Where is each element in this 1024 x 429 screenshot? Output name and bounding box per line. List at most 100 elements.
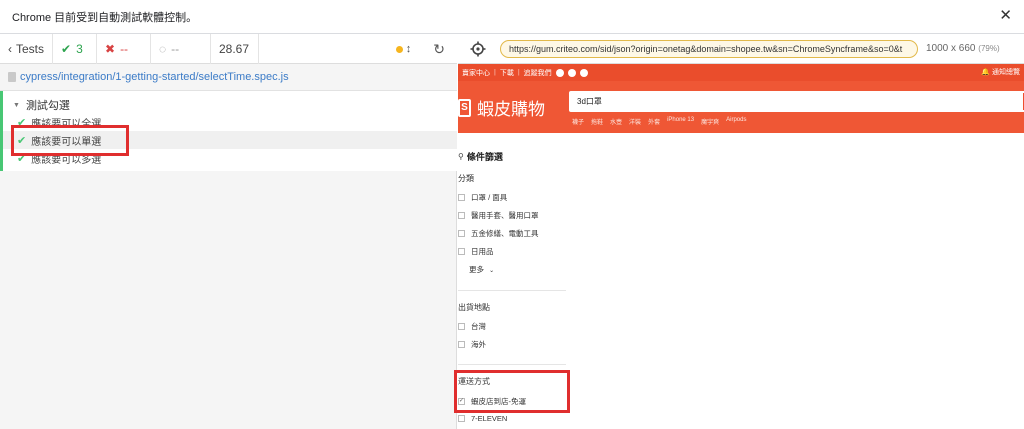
check-icon: ✔	[61, 41, 72, 56]
viewport-size: 1000 x 660	[926, 43, 976, 54]
hint-link[interactable]: Airpods	[726, 117, 746, 126]
x-icon: ✖	[105, 41, 116, 56]
filter-icon: ⚲	[458, 152, 464, 161]
hint-link[interactable]: 水壺	[610, 117, 622, 126]
close-icon[interactable]: ✕	[999, 8, 1012, 24]
status-dot-icon	[395, 45, 403, 53]
hint-link[interactable]: 洋裝	[629, 117, 641, 126]
hint-link[interactable]: 襪子	[572, 117, 584, 126]
option-label: 五金修繕、電動工具	[471, 229, 539, 238]
checkbox[interactable]	[458, 323, 465, 330]
shopee-logo[interactable]: S 蝦皮購物	[458, 95, 545, 120]
test-suite: ▼ 測試勾選 ✔ 應該要可以全選 ✔ 應該要可以單選 ✔ 應該要可以多選	[0, 91, 457, 171]
option-label: 海外	[471, 340, 486, 349]
reporter-toolbar: ‹ Tests ✔ 3 ✖ -- ◌ -- 28.67 ↕ ↻	[0, 33, 457, 64]
checkbox[interactable]	[458, 415, 465, 422]
viewport-info: 1000 x 660 (79%)	[926, 43, 1000, 54]
tests-button[interactable]: ‹ Tests	[0, 33, 53, 64]
option-label: 7-ELEVEN	[471, 414, 508, 423]
search-input[interactable]: 3d口罩	[569, 91, 1024, 112]
checkbox[interactable]	[458, 248, 465, 255]
passed-value: 3	[76, 41, 83, 56]
aut-url-bar: https://gum.criteo.com/sid/json?origin=o…	[458, 34, 1024, 64]
checkbox[interactable]	[458, 230, 465, 237]
category-option[interactable]: 醫用手套、醫用口罩	[458, 210, 539, 221]
chevron-left-icon: ‹	[8, 41, 12, 56]
aut-url[interactable]: https://gum.criteo.com/sid/json?origin=o…	[500, 39, 918, 58]
filter-title: ⚲ 條件篩選	[458, 150, 503, 163]
checkbox[interactable]	[458, 212, 465, 219]
pending-count: ◌ --	[151, 33, 211, 64]
notifications-label: 通知總覽	[992, 69, 1020, 76]
shopee-header: S 蝦皮購物 3d口罩 襪子 拖鞋 水壺 洋裝 外套 iPhone 13 魔宇爽…	[458, 81, 1024, 133]
duration-value: 28.67	[219, 41, 250, 56]
test-title: 應該要可以多選	[31, 154, 102, 166]
divider	[458, 290, 566, 291]
test-item[interactable]: ✔ 應該要可以全選	[17, 113, 447, 131]
screen: Chrome 目前受到自動測試軟體控制。 ✕ ‹ Tests ✔ 3 ✖ -- …	[0, 0, 1024, 429]
file-icon	[8, 72, 16, 82]
checkbox[interactable]	[458, 341, 465, 348]
hint-link[interactable]: iPhone 13	[667, 117, 694, 126]
test-title: 應該要可以單選	[31, 136, 102, 148]
more-label: 更多	[469, 265, 484, 274]
facebook-icon[interactable]	[555, 68, 564, 77]
shipping-title: 運送方式	[458, 377, 490, 386]
location-option[interactable]: 海外	[458, 339, 486, 350]
suite-header[interactable]: ▼ 測試勾選	[13, 97, 70, 113]
check-icon: ✔	[17, 134, 27, 147]
viewport-scale: (79%)	[978, 44, 1000, 53]
option-label: 蝦皮店到店-免運	[471, 397, 526, 406]
download-link[interactable]: 下載	[500, 68, 514, 78]
notifications-link[interactable]: 🔔 通知總覽	[981, 67, 1020, 77]
category-option[interactable]: 日用品	[458, 246, 494, 257]
toolbar-controls: ↕ ↻	[395, 34, 457, 64]
hint-link[interactable]: 拖鞋	[591, 117, 603, 126]
instagram-icon[interactable]	[567, 68, 576, 77]
shipping-option[interactable]: ✓ 蝦皮店到店-免運	[458, 396, 526, 407]
shipping-option[interactable]: 7-ELEVEN	[458, 414, 507, 423]
app-preview-panel: https://gum.criteo.com/sid/json?origin=o…	[458, 34, 1024, 429]
shopee-bag-icon: S	[458, 98, 471, 117]
category-option[interactable]: 五金修繕、電動工具	[458, 228, 539, 239]
follow-us-label: 追蹤我們	[523, 69, 552, 77]
line-icon[interactable]	[579, 68, 588, 77]
shopee-topbar: 賣家中心 | 下載 | 追蹤我們 🔔 通知總覽	[458, 64, 1024, 81]
checkbox[interactable]	[458, 194, 465, 201]
seller-center-link[interactable]: 賣家中心	[462, 68, 490, 78]
tests-label: Tests	[16, 41, 45, 56]
option-label: 台灣	[471, 322, 486, 331]
infobar-message: Chrome 目前受到自動測試軟體控制。	[12, 11, 198, 24]
divider	[458, 364, 566, 365]
category-option[interactable]: 口罩 / 面具	[458, 192, 507, 203]
pending-value: --	[171, 41, 180, 56]
location-title: 出貨地點	[458, 303, 490, 312]
reload-icon[interactable]: ↻	[433, 41, 445, 58]
test-title: 應該要可以全選	[31, 118, 102, 130]
scroll-toggle-icon[interactable]: ↕	[406, 43, 412, 55]
category-title: 分類	[458, 174, 474, 183]
automation-infobar: Chrome 目前受到自動測試軟體控制。 ✕	[0, 0, 1024, 34]
more-link[interactable]: 更多 ⌄	[469, 264, 494, 275]
spec-path[interactable]: cypress/integration/1-getting-started/se…	[20, 71, 289, 83]
separator: |	[494, 69, 496, 76]
test-item[interactable]: ✔ 應該要可以單選	[3, 131, 457, 149]
pending-circle-icon: ◌	[159, 41, 167, 56]
option-label: 口罩 / 面具	[471, 193, 508, 202]
failed-count: ✖ --	[97, 33, 151, 64]
hint-link[interactable]: 外套	[648, 117, 660, 126]
selector-playground-icon[interactable]	[470, 41, 486, 57]
filter-title-text: 條件篩選	[466, 152, 503, 162]
location-option[interactable]: 台灣	[458, 321, 486, 332]
logo-text: 蝦皮購物	[477, 100, 545, 119]
test-item[interactable]: ✔ 應該要可以多選	[17, 149, 447, 167]
passed-count: ✔ 3	[53, 33, 97, 64]
chevron-down-icon: ⌄	[489, 268, 495, 274]
suite-title: 測試勾選	[25, 100, 70, 112]
checkbox-checked[interactable]: ✓	[458, 398, 465, 405]
check-icon: ✔	[17, 116, 27, 129]
check-icon: ✔	[17, 152, 27, 165]
option-label: 日用品	[471, 247, 494, 256]
hint-link[interactable]: 魔宇爽	[701, 117, 719, 126]
search-hints: 襪子 拖鞋 水壺 洋裝 外套 iPhone 13 魔宇爽 Airpods	[572, 117, 753, 126]
